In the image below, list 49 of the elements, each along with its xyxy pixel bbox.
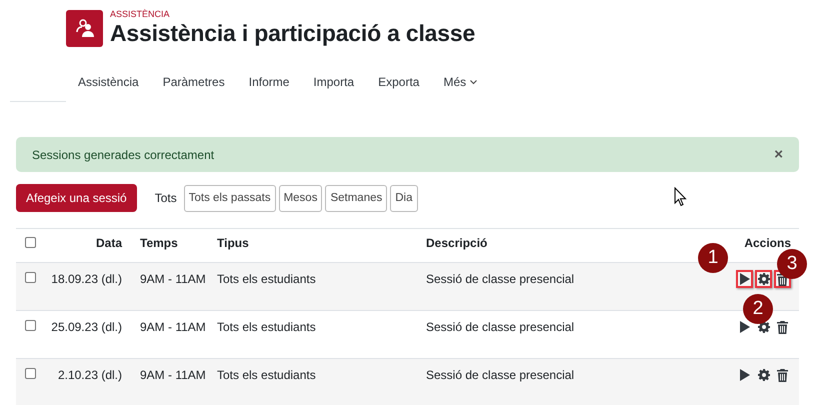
filter-button[interactable]: Dia bbox=[390, 184, 418, 212]
table-cell: 9AM - 11AM bbox=[140, 272, 206, 286]
nav-link[interactable]: Paràmetres bbox=[150, 71, 237, 93]
add-session-button[interactable]: Afegeix una sessió bbox=[16, 184, 137, 212]
column-header: Temps bbox=[140, 236, 178, 250]
nav-link[interactable]: Importa bbox=[301, 71, 366, 93]
column-header: Descripció bbox=[426, 236, 488, 250]
table-cell: Tots els estudiants bbox=[217, 368, 316, 382]
column-header: Accions bbox=[744, 236, 791, 250]
table-cell: 9AM - 11AM bbox=[140, 320, 206, 334]
page-title: Assistència i participació a classe bbox=[110, 20, 476, 47]
checkbox[interactable] bbox=[25, 320, 36, 331]
nav-link[interactable]: Informe bbox=[236, 71, 302, 93]
play-icon[interactable] bbox=[740, 369, 750, 381]
filter-button[interactable]: Setmanes bbox=[325, 184, 388, 212]
settings-icon[interactable] bbox=[758, 273, 770, 285]
table-cell: Sessió de classe presencial bbox=[426, 320, 574, 334]
column-header: Tipus bbox=[217, 236, 249, 250]
filter-label: Tots bbox=[154, 191, 177, 205]
table-cell: Sessió de classe presencial bbox=[426, 272, 574, 286]
select-all-checkbox[interactable] bbox=[25, 237, 36, 248]
play-icon[interactable] bbox=[740, 321, 750, 333]
cursor-icon bbox=[674, 187, 687, 207]
checkbox[interactable] bbox=[25, 368, 36, 379]
filter-button[interactable]: Tots els passats bbox=[184, 184, 276, 212]
alert-message: Sessions generades correctament bbox=[32, 148, 214, 162]
column-header: Data bbox=[96, 236, 122, 250]
settings-icon[interactable] bbox=[758, 369, 770, 381]
table-cell: Tots els estudiants bbox=[217, 320, 316, 334]
callout-badge: 1 bbox=[698, 243, 728, 273]
play-icon[interactable] bbox=[740, 273, 750, 285]
table-cell: 18.09.23 (dl.) bbox=[51, 272, 122, 286]
filter-button[interactable]: Mesos bbox=[278, 184, 322, 212]
callout-badge: 3 bbox=[777, 249, 807, 279]
close-button[interactable]: × bbox=[774, 146, 783, 163]
table-cell: 25.09.23 (dl.) bbox=[51, 320, 122, 334]
trash-icon[interactable] bbox=[777, 368, 788, 382]
nav-link[interactable]: Exporta bbox=[366, 71, 432, 93]
table-cell: Sessió de classe presencial bbox=[426, 368, 574, 382]
checkbox[interactable] bbox=[25, 272, 36, 283]
trash-icon[interactable] bbox=[777, 320, 788, 334]
table-cell: 2.10.23 (dl.) bbox=[58, 368, 122, 382]
caret-icon bbox=[470, 80, 478, 84]
table-cell: Tots els estudiants bbox=[217, 272, 316, 286]
table-cell: 9AM - 11AM bbox=[140, 368, 206, 382]
module-label: ASSISTÈNCIA bbox=[110, 9, 171, 20]
nav-link[interactable]: Assistència bbox=[66, 71, 151, 93]
nav-link[interactable]: Més bbox=[431, 71, 490, 93]
logo-icon bbox=[66, 10, 103, 46]
